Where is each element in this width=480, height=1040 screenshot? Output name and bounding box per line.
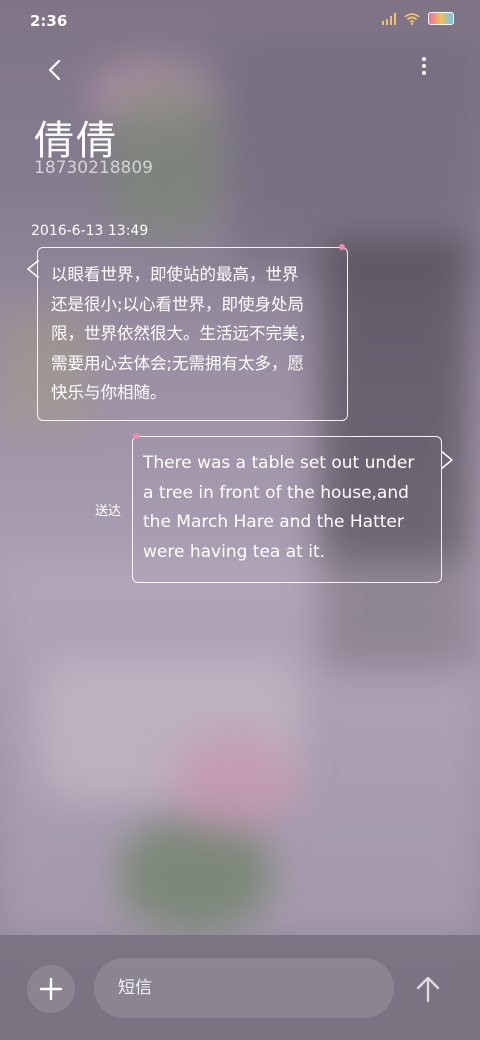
status-time: 2:36 xyxy=(30,12,68,30)
message-input[interactable] xyxy=(94,958,394,1018)
message-timestamp: 2016-6-13 13:49 xyxy=(31,223,149,239)
wifi-icon xyxy=(404,12,420,25)
message-line: the March Hare and the Hatter xyxy=(143,512,404,532)
background-leaves xyxy=(120,820,270,930)
background-rose xyxy=(170,730,300,830)
message-line: a tree in front of the house,and xyxy=(143,482,409,503)
battery-icon xyxy=(428,12,454,25)
delivery-status: 送达 xyxy=(95,504,122,519)
message-line: 还是很小;以心看世界，即使身处局 xyxy=(51,294,305,314)
composer-bar xyxy=(0,935,480,1040)
signal-icon xyxy=(382,12,396,25)
status-icons xyxy=(382,12,454,25)
outgoing-message-bubble[interactable]: There was a table set out under a tree i… xyxy=(132,433,453,583)
bubble-tail xyxy=(441,451,453,469)
heart-decoration xyxy=(339,244,345,250)
more-options-button[interactable] xyxy=(412,54,436,84)
more-vertical-icon xyxy=(412,57,436,75)
message-line: 快乐与你相随。 xyxy=(51,383,167,402)
plus-icon xyxy=(39,977,63,1001)
message-line: 需要用心去体会;无需拥有太多，愿 xyxy=(51,353,305,373)
incoming-message-bubble[interactable]: 以眼看世界，即使站的最高，世界 还是很小;以心看世界，即使身处局 限，世界依然很… xyxy=(27,244,348,421)
contact-number: 18730218809 xyxy=(34,158,153,178)
arrow-up-icon xyxy=(416,976,440,1003)
chevron-left-icon xyxy=(48,59,61,81)
back-button[interactable] xyxy=(40,56,70,86)
add-attachment-button[interactable] xyxy=(27,965,75,1013)
message-line: were having tea at it. xyxy=(143,541,326,562)
background-window xyxy=(230,40,480,270)
heart-decoration xyxy=(133,433,139,439)
message-line: 限，世界依然很大。生活远不完美， xyxy=(51,324,315,343)
status-bar: 2:36 xyxy=(0,0,480,40)
message-line: There was a table set out under xyxy=(143,453,415,473)
message-line: 以眼看世界，即使站的最高，世界 xyxy=(51,265,299,284)
send-button[interactable] xyxy=(412,973,444,1005)
bubble-tail xyxy=(27,260,39,278)
